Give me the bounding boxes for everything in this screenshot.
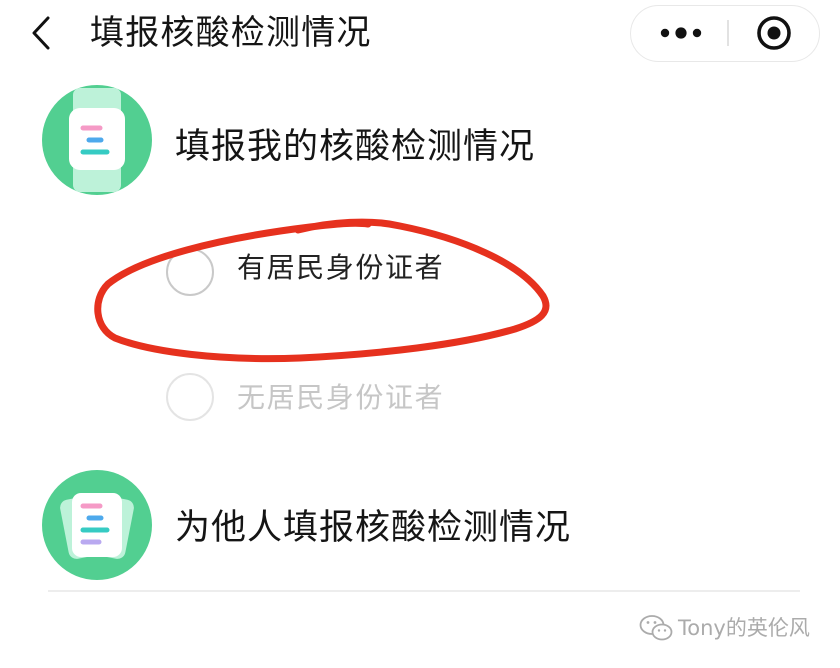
radio-circle[interactable]	[166, 248, 214, 296]
more-dots-icon	[660, 27, 702, 39]
back-button[interactable]	[28, 14, 56, 52]
stacked-documents-icon	[42, 470, 152, 580]
option-report-others[interactable]: 为他人填报核酸检测情况	[0, 465, 840, 590]
wechat-eye	[657, 629, 661, 632]
option-label: 为他人填报核酸检测情况	[175, 508, 572, 548]
watermark-text: Tony的英伦风	[678, 616, 810, 640]
wechat-icon	[639, 615, 673, 641]
icon-card	[72, 493, 122, 557]
record-circle-icon	[757, 16, 791, 50]
option-report-self[interactable]: 填报我的核酸检测情况	[0, 80, 840, 205]
option-label: 填报我的核酸检测情况	[175, 127, 536, 167]
capsule-menu	[630, 5, 820, 62]
wechat-bubble-small	[651, 623, 673, 641]
nav-bar: 填报核酸检测情况	[0, 0, 840, 72]
document-list-icon	[42, 85, 152, 195]
exit-button[interactable]	[729, 6, 818, 60]
radio-option-with-id-card[interactable]: 有居民身份证者	[150, 240, 490, 304]
more-button[interactable]	[631, 6, 727, 60]
list-divider	[48, 590, 800, 592]
radio-label: 有居民身份证者	[237, 251, 445, 284]
wechat-eye	[663, 629, 667, 632]
dot-right	[692, 28, 702, 38]
radio-option-without-id-card[interactable]: 无居民身份证者	[150, 365, 490, 429]
radio-circle[interactable]	[166, 373, 214, 421]
mini-program-page: 填报核酸检测情况 填报我的核酸检测情况 有居民身份证者 无居民身份证者 为他人填…	[0, 0, 840, 668]
chevron-stroke	[32, 16, 50, 50]
dot-left	[660, 28, 670, 38]
radio-label: 无居民身份证者	[237, 381, 445, 414]
page-title: 填报核酸检测情况	[90, 13, 372, 53]
wechat-eye	[653, 621, 657, 624]
dot-middle	[675, 27, 687, 39]
wechat-eye	[646, 621, 650, 624]
record-dot	[767, 26, 781, 40]
chevron-left-icon	[32, 16, 50, 50]
